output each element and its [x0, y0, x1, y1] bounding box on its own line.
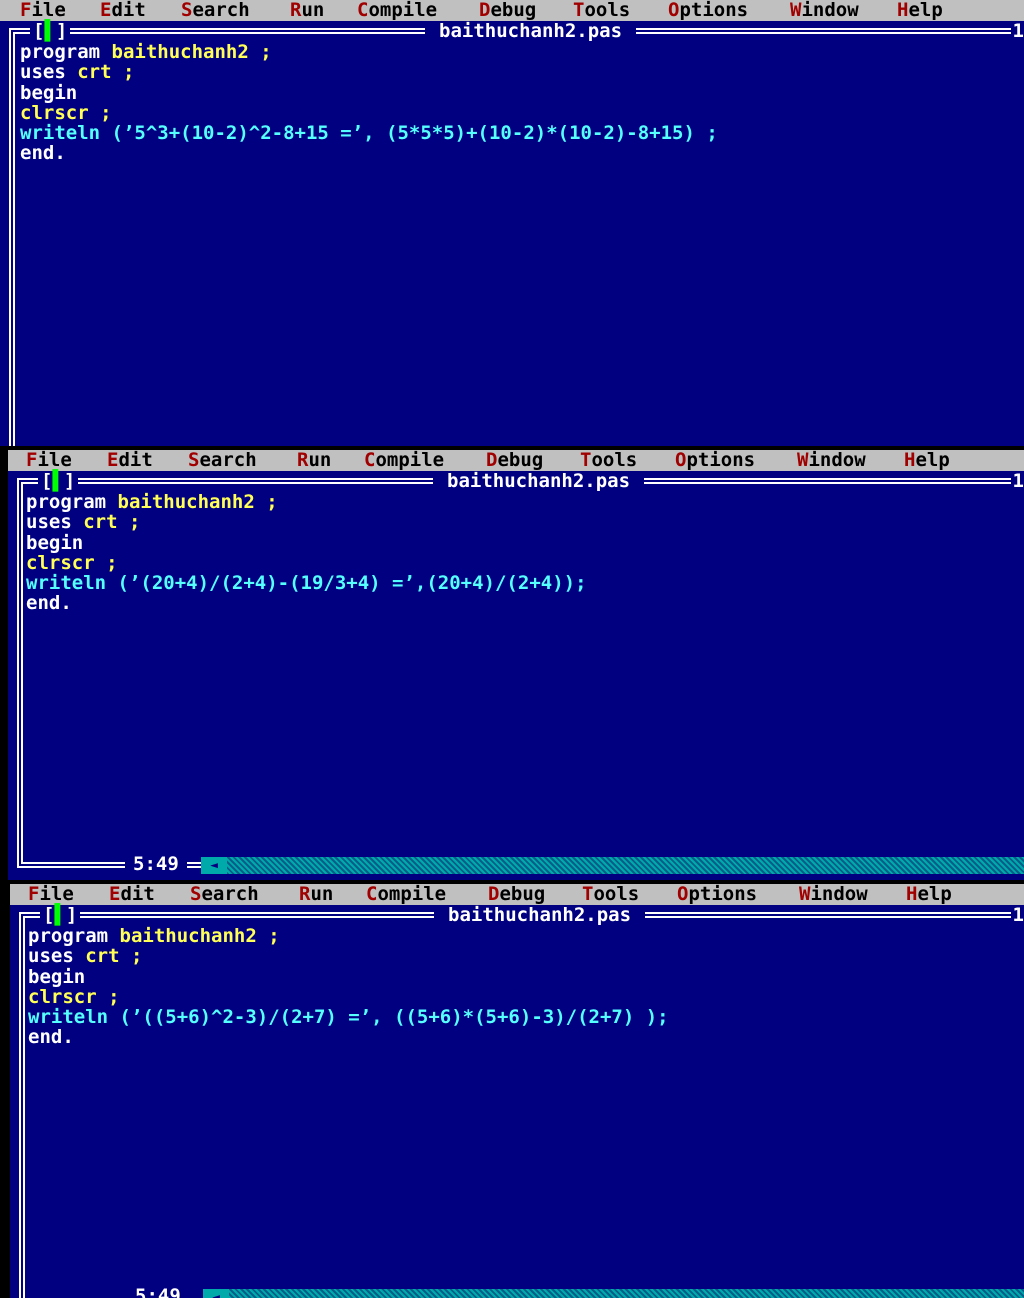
menu-file[interactable]: File — [28, 884, 74, 905]
code-line-6: end. — [20, 142, 66, 165]
code-line-3: begin — [20, 81, 78, 104]
code-line-6: end. — [26, 592, 72, 615]
menu-run[interactable]: Run — [290, 0, 324, 21]
cursor-position: 5:49 — [125, 855, 187, 874]
code-line-6: end. — [28, 1026, 74, 1049]
menu-help[interactable]: Help — [906, 884, 952, 905]
menu-file[interactable]: File — [26, 450, 72, 471]
menu-file[interactable]: File — [20, 0, 66, 21]
close-icon: ▌ — [44, 20, 56, 42]
menu-bar: File Edit Search Run Compile Debug Tools… — [0, 0, 1024, 21]
menu-debug[interactable]: Debug — [486, 450, 543, 471]
code-line-1: program baithuchanh2 ; — [28, 925, 280, 947]
code-area[interactable]: program baithuchanh2 ; uses crt ; begin clr… — [20, 42, 718, 164]
window-number: 1 — [1010, 470, 1024, 492]
close-box[interactable]: [▌] — [30, 20, 71, 42]
code-line-5: writeln (’5^3+(10-2)^2-8+15 =’, (5*5*5)+… — [20, 122, 718, 145]
close-icon: ▌ — [52, 470, 64, 492]
menu-window[interactable]: Window — [799, 884, 868, 905]
horizontal-scrollbar[interactable]: ◄ — [201, 857, 1024, 874]
code-line-2: uses crt ; — [26, 511, 141, 534]
code-line-5: writeln (’((5+6)^2-3)/(2+7) =’, ((5+6)*(… — [28, 1006, 669, 1029]
menu-edit[interactable]: Edit — [109, 884, 155, 905]
code-line-2: uses crt ; — [20, 61, 135, 84]
editor-window-1: File Edit Search Run Compile Debug Tools… — [0, 0, 1024, 446]
editor-window-3: File Edit Search Run Compile Debug Tools… — [10, 884, 1024, 1298]
menu-bar: File Edit Search Run Compile Debug Tools… — [8, 450, 1024, 471]
close-box[interactable]: [▌] — [40, 904, 81, 926]
menu-window[interactable]: Window — [790, 0, 859, 21]
code-line-3: begin — [28, 965, 86, 988]
menu-edit[interactable]: Edit — [100, 0, 146, 21]
menu-options[interactable]: Options — [675, 450, 755, 471]
menu-window[interactable]: Window — [797, 450, 866, 471]
menu-bar: File Edit Search Run Compile Debug Tools… — [10, 884, 1024, 905]
scroll-left-icon[interactable]: ◄ — [201, 857, 227, 874]
horizontal-scrollbar[interactable]: ◄ — [203, 1289, 1024, 1298]
menu-tools[interactable]: Tools — [573, 0, 630, 21]
close-icon: ▌ — [54, 904, 66, 926]
menu-compile[interactable]: Compile — [357, 0, 437, 21]
menu-run[interactable]: Run — [297, 450, 331, 471]
code-area[interactable]: program baithuchanh2 ; uses crt ; begin clr… — [28, 926, 669, 1048]
menu-help[interactable]: Help — [897, 0, 943, 21]
code-line-5: writeln (’(20+4)/(2+4)-(19/3+4) =’,(20+4… — [26, 572, 587, 595]
menu-debug[interactable]: Debug — [479, 0, 536, 21]
code-line-4: clrscr ; — [20, 101, 112, 124]
editor-window-2: File Edit Search Run Compile Debug Tools… — [8, 450, 1024, 880]
scroll-left-icon[interactable]: ◄ — [203, 1289, 229, 1298]
menu-run[interactable]: Run — [299, 884, 333, 905]
window-title: baithuchanh2.pas — [433, 472, 645, 491]
menu-search[interactable]: Search — [190, 884, 259, 905]
window-title: baithuchanh2.pas — [425, 22, 637, 41]
menu-debug[interactable]: Debug — [488, 884, 545, 905]
code-line-1: program baithuchanh2 ; — [20, 41, 272, 63]
menu-search[interactable]: Search — [188, 450, 257, 471]
code-area[interactable]: program baithuchanh2 ; uses crt ; begin clr… — [26, 492, 587, 614]
cursor-position: 5:49 — [127, 1287, 189, 1298]
menu-compile[interactable]: Compile — [366, 884, 446, 905]
menu-tools[interactable]: Tools — [580, 450, 637, 471]
menu-edit[interactable]: Edit — [107, 450, 153, 471]
window-title: baithuchanh2.pas — [434, 906, 646, 925]
menu-help[interactable]: Help — [904, 450, 950, 471]
menu-tools[interactable]: Tools — [582, 884, 639, 905]
code-line-4: clrscr ; — [28, 985, 120, 1008]
code-line-1: program baithuchanh2 ; — [26, 491, 278, 513]
window-number: 1 — [1010, 904, 1024, 926]
close-box[interactable]: [▌] — [38, 470, 79, 492]
menu-options[interactable]: Options — [668, 0, 748, 21]
window-number: 1 — [1010, 20, 1024, 42]
menu-search[interactable]: Search — [181, 0, 250, 21]
code-line-3: begin — [26, 531, 84, 554]
code-line-4: clrscr ; — [26, 551, 118, 574]
menu-options[interactable]: Options — [677, 884, 757, 905]
menu-compile[interactable]: Compile — [364, 450, 444, 471]
code-line-2: uses crt ; — [28, 945, 143, 968]
